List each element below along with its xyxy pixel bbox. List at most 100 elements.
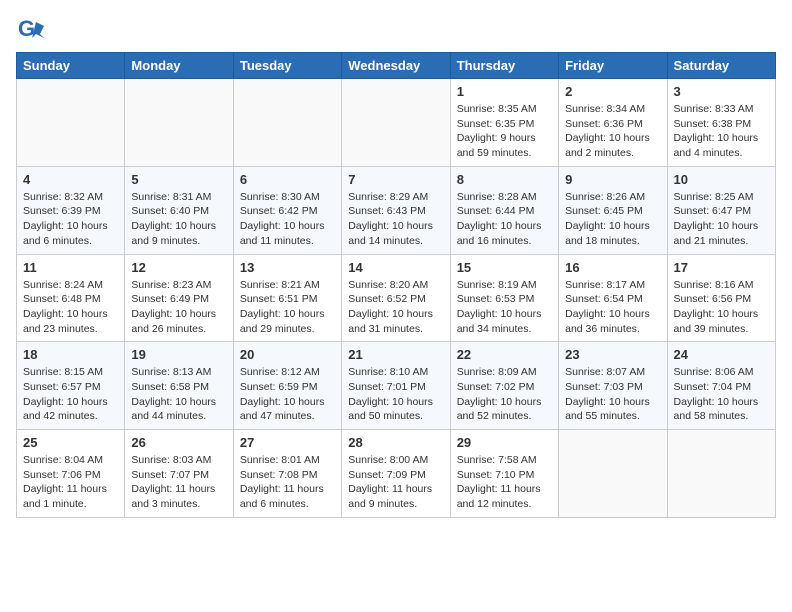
calendar-cell: 17 Sunrise: 8:16 AM Sunset: 6:56 PM Dayli… (667, 254, 775, 342)
calendar-cell (125, 79, 233, 167)
day-info: Sunrise: 8:20 AM Sunset: 6:52 PM Dayligh… (348, 278, 443, 337)
day-info: Sunrise: 8:32 AM Sunset: 6:39 PM Dayligh… (23, 190, 118, 249)
calendar-week-row: 1 Sunrise: 8:35 AM Sunset: 6:35 PM Daylig… (17, 79, 776, 167)
weekday-header: Wednesday (342, 53, 450, 79)
calendar-cell: 25 Sunrise: 8:04 AM Sunset: 7:06 PM Dayli… (17, 430, 125, 518)
day-number: 28 (348, 435, 443, 450)
calendar-cell: 15 Sunrise: 8:19 AM Sunset: 6:53 PM Dayli… (450, 254, 558, 342)
day-info: Sunrise: 8:21 AM Sunset: 6:51 PM Dayligh… (240, 278, 335, 337)
calendar-cell: 24 Sunrise: 8:06 AM Sunset: 7:04 PM Dayli… (667, 342, 775, 430)
day-number: 8 (457, 172, 552, 187)
day-number: 10 (674, 172, 769, 187)
page-header: G (16, 16, 776, 44)
day-number: 21 (348, 347, 443, 362)
day-number: 9 (565, 172, 660, 187)
calendar-week-row: 11 Sunrise: 8:24 AM Sunset: 6:48 PM Dayli… (17, 254, 776, 342)
calendar-cell: 1 Sunrise: 8:35 AM Sunset: 6:35 PM Daylig… (450, 79, 558, 167)
calendar-week-row: 18 Sunrise: 8:15 AM Sunset: 6:57 PM Dayli… (17, 342, 776, 430)
calendar-week-row: 25 Sunrise: 8:04 AM Sunset: 7:06 PM Dayli… (17, 430, 776, 518)
calendar-cell: 22 Sunrise: 8:09 AM Sunset: 7:02 PM Dayli… (450, 342, 558, 430)
day-info: Sunrise: 8:12 AM Sunset: 6:59 PM Dayligh… (240, 365, 335, 424)
calendar-cell: 10 Sunrise: 8:25 AM Sunset: 6:47 PM Dayli… (667, 166, 775, 254)
calendar-cell (667, 430, 775, 518)
weekday-header: Sunday (17, 53, 125, 79)
day-number: 1 (457, 84, 552, 99)
weekday-header: Saturday (667, 53, 775, 79)
calendar-cell: 2Sunrise: 8:34 AM Sunset: 6:36 PM Daylig… (559, 79, 667, 167)
calendar-cell: 9 Sunrise: 8:26 AM Sunset: 6:45 PM Daylig… (559, 166, 667, 254)
day-number: 20 (240, 347, 335, 362)
day-info: Sunrise: 7:58 AM Sunset: 7:10 PM Dayligh… (457, 453, 552, 512)
day-info: Sunrise: 8:16 AM Sunset: 6:56 PM Dayligh… (674, 278, 769, 337)
calendar-cell: 5 Sunrise: 8:31 AM Sunset: 6:40 PM Daylig… (125, 166, 233, 254)
day-info: Sunrise: 8:19 AM Sunset: 6:53 PM Dayligh… (457, 278, 552, 337)
logo-icon: G (16, 16, 44, 44)
calendar-cell: 8 Sunrise: 8:28 AM Sunset: 6:44 PM Daylig… (450, 166, 558, 254)
day-number: 16 (565, 260, 660, 275)
calendar-cell: 7Sunrise: 8:29 AM Sunset: 6:43 PM Daylig… (342, 166, 450, 254)
day-info: Sunrise: 8:13 AM Sunset: 6:58 PM Dayligh… (131, 365, 226, 424)
day-info: Sunrise: 8:28 AM Sunset: 6:44 PM Dayligh… (457, 190, 552, 249)
day-info: Sunrise: 8:06 AM Sunset: 7:04 PM Dayligh… (674, 365, 769, 424)
calendar-cell: 6Sunrise: 8:30 AM Sunset: 6:42 PM Daylig… (233, 166, 341, 254)
calendar-cell: 16 Sunrise: 8:17 AM Sunset: 6:54 PM Dayli… (559, 254, 667, 342)
day-info: Sunrise: 8:34 AM Sunset: 6:36 PM Dayligh… (565, 102, 660, 161)
day-number: 4 (23, 172, 118, 187)
day-number: 15 (457, 260, 552, 275)
calendar-header-row: SundayMondayTuesdayWednesdayThursdayFrid… (17, 53, 776, 79)
day-number: 12 (131, 260, 226, 275)
calendar-cell (233, 79, 341, 167)
calendar-cell (342, 79, 450, 167)
day-info: Sunrise: 8:01 AM Sunset: 7:08 PM Dayligh… (240, 453, 335, 512)
day-number: 24 (674, 347, 769, 362)
day-info: Sunrise: 8:35 AM Sunset: 6:35 PM Dayligh… (457, 102, 552, 161)
day-number: 13 (240, 260, 335, 275)
calendar-cell: 19 Sunrise: 8:13 AM Sunset: 6:58 PM Dayli… (125, 342, 233, 430)
day-number: 6 (240, 172, 335, 187)
logo: G (16, 16, 48, 44)
day-info: Sunrise: 8:24 AM Sunset: 6:48 PM Dayligh… (23, 278, 118, 337)
calendar-cell: 28Sunrise: 8:00 AM Sunset: 7:09 PM Dayli… (342, 430, 450, 518)
day-info: Sunrise: 8:07 AM Sunset: 7:03 PM Dayligh… (565, 365, 660, 424)
day-info: Sunrise: 8:04 AM Sunset: 7:06 PM Dayligh… (23, 453, 118, 512)
calendar-cell: 12 Sunrise: 8:23 AM Sunset: 6:49 PM Dayli… (125, 254, 233, 342)
day-number: 18 (23, 347, 118, 362)
calendar-cell: 13 Sunrise: 8:21 AM Sunset: 6:51 PM Dayli… (233, 254, 341, 342)
calendar-cell: 29 Sunrise: 7:58 AM Sunset: 7:10 PM Dayli… (450, 430, 558, 518)
day-info: Sunrise: 8:15 AM Sunset: 6:57 PM Dayligh… (23, 365, 118, 424)
calendar-cell: 11 Sunrise: 8:24 AM Sunset: 6:48 PM Dayli… (17, 254, 125, 342)
day-info: Sunrise: 8:09 AM Sunset: 7:02 PM Dayligh… (457, 365, 552, 424)
day-number: 11 (23, 260, 118, 275)
day-number: 26 (131, 435, 226, 450)
day-info: Sunrise: 8:29 AM Sunset: 6:43 PM Dayligh… (348, 190, 443, 249)
day-info: Sunrise: 8:03 AM Sunset: 7:07 PM Dayligh… (131, 453, 226, 512)
calendar-cell: 26 Sunrise: 8:03 AM Sunset: 7:07 PM Dayli… (125, 430, 233, 518)
day-number: 25 (23, 435, 118, 450)
day-info: Sunrise: 8:31 AM Sunset: 6:40 PM Dayligh… (131, 190, 226, 249)
weekday-header: Thursday (450, 53, 558, 79)
calendar-cell: 21Sunrise: 8:10 AM Sunset: 7:01 PM Dayli… (342, 342, 450, 430)
calendar-cell: 20 Sunrise: 8:12 AM Sunset: 6:59 PM Dayli… (233, 342, 341, 430)
calendar-cell (559, 430, 667, 518)
calendar-cell (17, 79, 125, 167)
day-info: Sunrise: 8:25 AM Sunset: 6:47 PM Dayligh… (674, 190, 769, 249)
calendar-cell: 4 Sunrise: 8:32 AM Sunset: 6:39 PM Daylig… (17, 166, 125, 254)
day-info: Sunrise: 8:17 AM Sunset: 6:54 PM Dayligh… (565, 278, 660, 337)
day-number: 5 (131, 172, 226, 187)
day-info: Sunrise: 8:26 AM Sunset: 6:45 PM Dayligh… (565, 190, 660, 249)
day-info: Sunrise: 8:33 AM Sunset: 6:38 PM Dayligh… (674, 102, 769, 161)
calendar-week-row: 4 Sunrise: 8:32 AM Sunset: 6:39 PM Daylig… (17, 166, 776, 254)
day-number: 3 (674, 84, 769, 99)
day-number: 19 (131, 347, 226, 362)
day-number: 14 (348, 260, 443, 275)
day-number: 17 (674, 260, 769, 275)
day-info: Sunrise: 8:23 AM Sunset: 6:49 PM Dayligh… (131, 278, 226, 337)
calendar-table: SundayMondayTuesdayWednesdayThursdayFrid… (16, 52, 776, 518)
weekday-header: Monday (125, 53, 233, 79)
day-number: 29 (457, 435, 552, 450)
weekday-header: Tuesday (233, 53, 341, 79)
calendar-cell: 18 Sunrise: 8:15 AM Sunset: 6:57 PM Dayli… (17, 342, 125, 430)
day-number: 22 (457, 347, 552, 362)
day-number: 23 (565, 347, 660, 362)
day-number: 27 (240, 435, 335, 450)
